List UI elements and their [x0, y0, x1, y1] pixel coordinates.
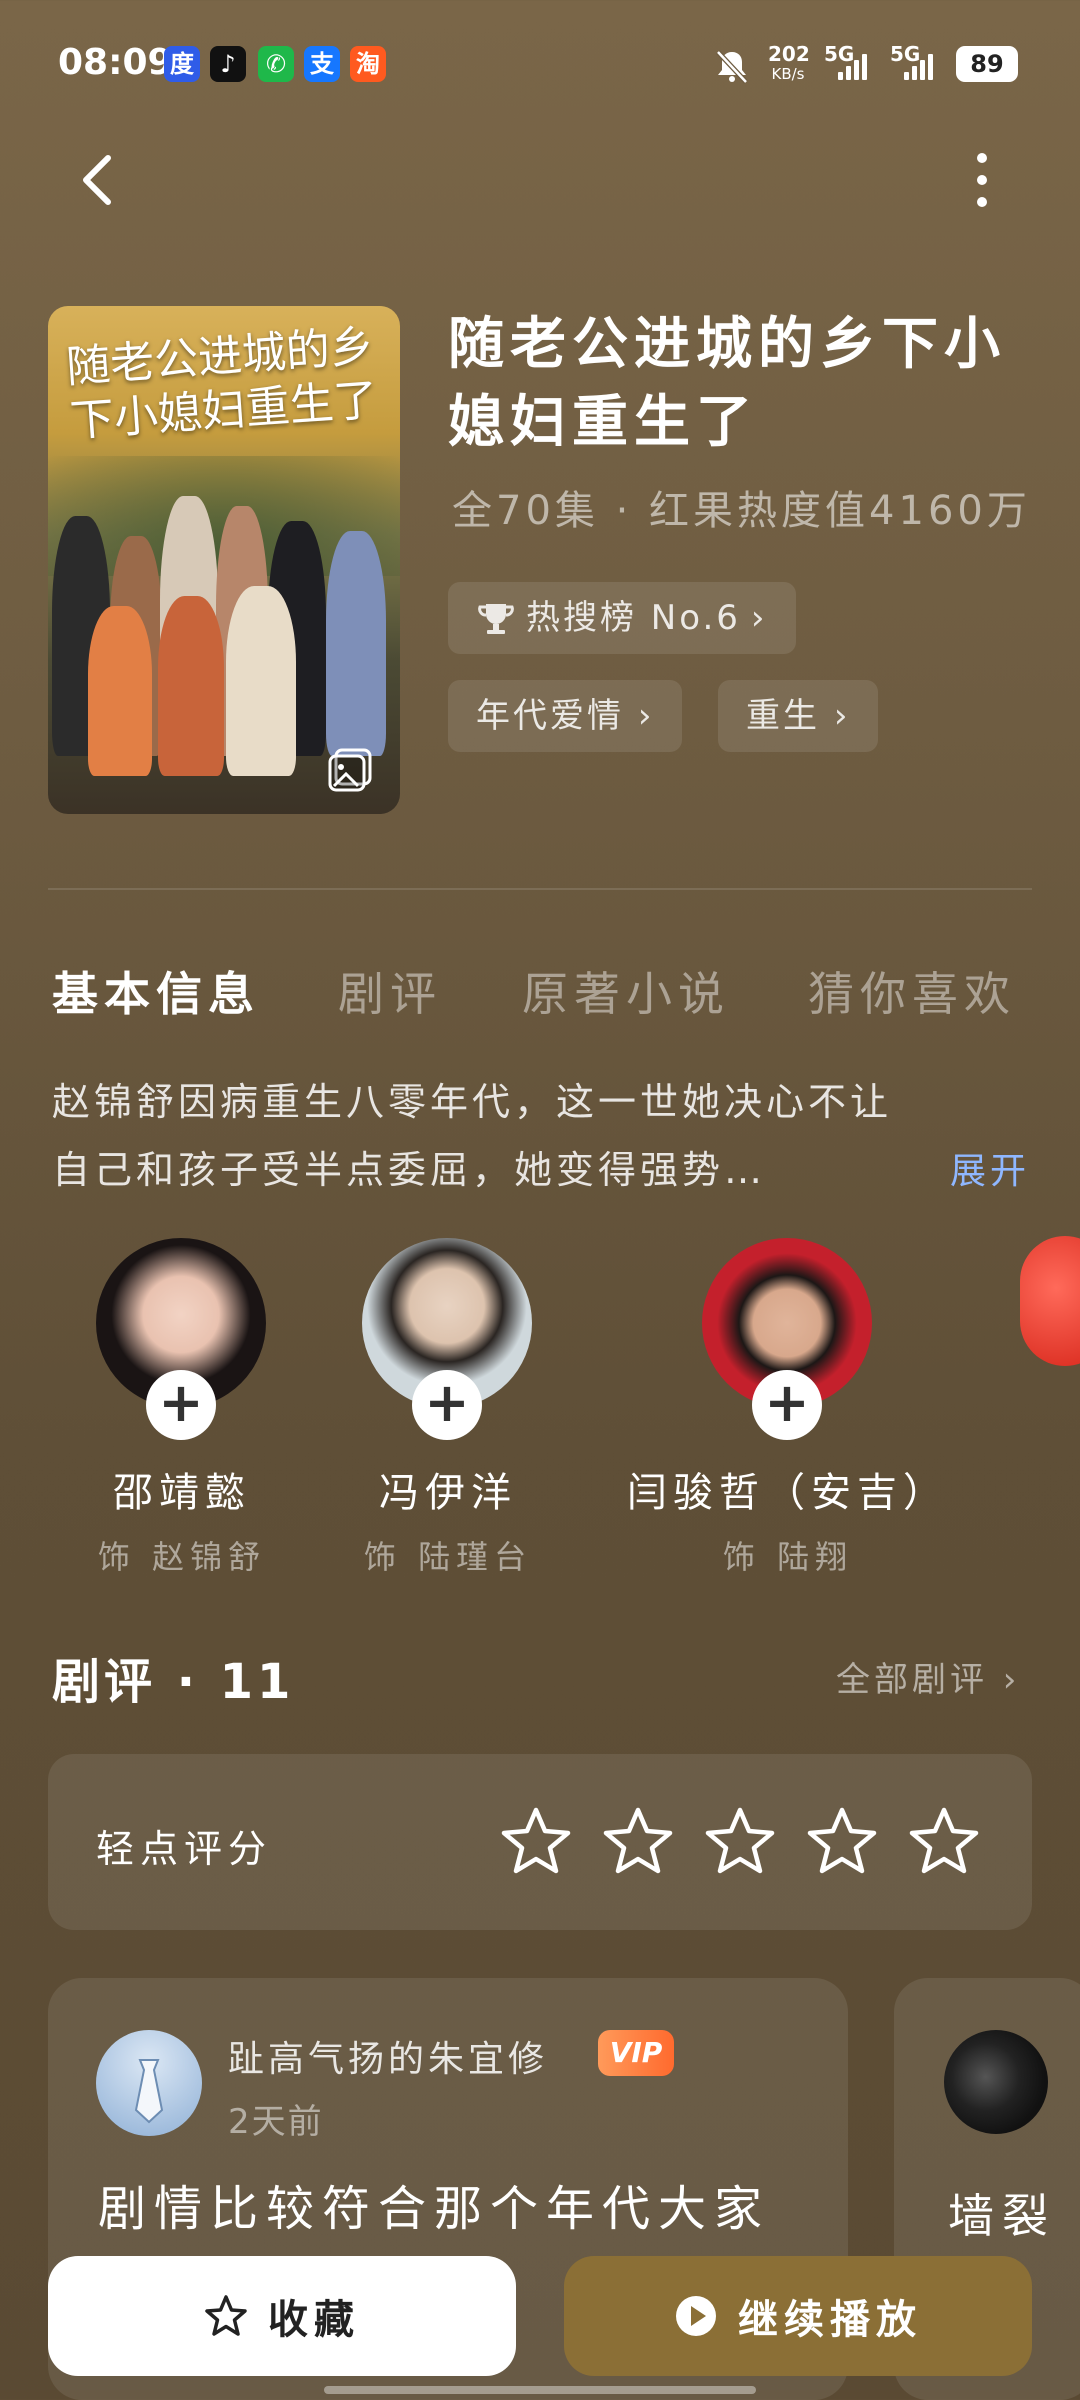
cast-member[interactable]: +	[362, 1238, 532, 1440]
trophy-icon	[478, 604, 514, 634]
follow-plus-icon[interactable]: +	[146, 1370, 216, 1440]
reviewer-avatar[interactable]	[96, 2030, 202, 2136]
signal-icon	[838, 50, 867, 80]
hot-rank-label: 热搜榜 No.6	[526, 598, 741, 638]
chevron-right-icon: ›	[833, 696, 851, 736]
rating-label: 轻点评分	[96, 1827, 273, 1871]
chevron-right-icon: ›	[750, 598, 768, 638]
cast-name: 冯伊洋	[379, 1470, 517, 1516]
cast-role: 饰 赵锦舒	[97, 1538, 267, 1576]
tab-reviews[interactable]: 剧评	[338, 958, 442, 1024]
reviewer-name[interactable]: 趾高气扬的朱宜修	[228, 2030, 548, 2082]
poster-title: 随老公进城的乡下小媳妇重生了	[64, 320, 380, 448]
chevron-left-icon	[83, 155, 111, 205]
divider	[48, 888, 1032, 890]
rating-star-icon[interactable]	[908, 1806, 980, 1876]
show-poster[interactable]: 随老公进城的乡下小媳妇重生了	[48, 306, 400, 814]
alipay-icon: 支	[304, 46, 340, 82]
taobao-icon: 淘	[350, 46, 386, 82]
review-text: 墙裂	[948, 2189, 1056, 2243]
review-time: 2天前	[228, 2102, 324, 2142]
continue-play-label: 继续播放	[738, 2297, 922, 2343]
favorite-label: 收藏	[268, 2297, 360, 2343]
status-time: 08:09	[58, 42, 173, 83]
vip-badge: VIP	[598, 2030, 674, 2076]
cast-member[interactable]: +	[96, 1238, 266, 1440]
more-options-button[interactable]	[962, 150, 1002, 210]
mute-bell-icon	[712, 46, 752, 86]
rating-star-icon[interactable]	[704, 1806, 776, 1876]
follow-plus-icon[interactable]: +	[752, 1370, 822, 1440]
tab-recommendations[interactable]: 猜你喜欢	[808, 958, 1016, 1024]
continue-play-button[interactable]: 继续播放	[564, 2256, 1032, 2376]
battery-indicator: 89	[956, 46, 1018, 82]
cast-role: 饰 陆翔	[722, 1538, 854, 1576]
chevron-right-icon: ›	[637, 696, 655, 736]
status-bar: 08:09 度 ♪ ✆ 支 淘 202 KB/s 5G 5G 89	[0, 0, 1080, 130]
star-outline-icon	[205, 2295, 247, 2336]
cast-name: 邵靖懿	[113, 1470, 251, 1516]
cast-role: 饰 陆瑾台	[363, 1538, 533, 1576]
net-speed: 202 KB/s	[768, 42, 810, 83]
home-indicator[interactable]	[324, 2386, 756, 2394]
more-vertical-icon	[977, 153, 987, 207]
tag-label: 重生	[746, 696, 820, 736]
tag-label: 年代爱情	[476, 696, 624, 736]
gallery-icon[interactable]	[326, 746, 374, 794]
tab-original-novel[interactable]: 原著小说	[522, 958, 730, 1024]
show-meta: 全70集 · 红果热度值4160万	[452, 488, 1031, 534]
cast-name: 闫骏哲（安吉）	[627, 1470, 949, 1516]
favorite-button[interactable]: 收藏	[48, 2256, 516, 2376]
red-packet-float-icon[interactable]	[1020, 1236, 1080, 1366]
show-title: 随老公进城的乡下小媳妇重生了	[448, 312, 1006, 455]
rating-star-icon[interactable]	[806, 1806, 878, 1876]
signal-icon	[904, 50, 933, 80]
hot-rank-chip[interactable]: 热搜榜 No.6 ›	[448, 582, 796, 654]
expand-link[interactable]: 展开	[950, 1142, 1030, 1194]
reviews-title: 剧评 · 11	[52, 1654, 295, 1710]
back-button[interactable]	[72, 150, 128, 210]
review-text: 剧情比较符合那个年代大家	[98, 2181, 771, 2237]
reviewer-avatar[interactable]	[944, 2030, 1048, 2134]
follow-plus-icon[interactable]: +	[412, 1370, 482, 1440]
synopsis-line: 赵锦舒因病重生八零年代，这一世她决心不让	[52, 1080, 893, 1124]
synopsis: 赵锦舒因病重生八零年代，这一世她决心不让 自己和孩子受半点委屈，她变得强势…	[52, 1068, 992, 1204]
baidu-icon: 度	[164, 46, 200, 82]
tab-basic-info[interactable]: 基本信息	[52, 958, 260, 1024]
synopsis-line: 自己和孩子受半点委屈，她变得强势…	[52, 1148, 767, 1192]
tag-chip-era-romance[interactable]: 年代爱情 ›	[448, 680, 683, 752]
cast-member[interactable]: +	[702, 1238, 872, 1440]
rating-star-icon[interactable]	[602, 1806, 674, 1876]
wechat-icon: ✆	[258, 46, 294, 82]
all-reviews-link[interactable]: 全部剧评 ›	[836, 1652, 1020, 1701]
play-icon	[676, 2296, 716, 2336]
rating-star-icon[interactable]	[500, 1806, 572, 1876]
tag-chip-rebirth[interactable]: 重生 ›	[718, 680, 879, 752]
douyin-icon: ♪	[210, 46, 246, 82]
